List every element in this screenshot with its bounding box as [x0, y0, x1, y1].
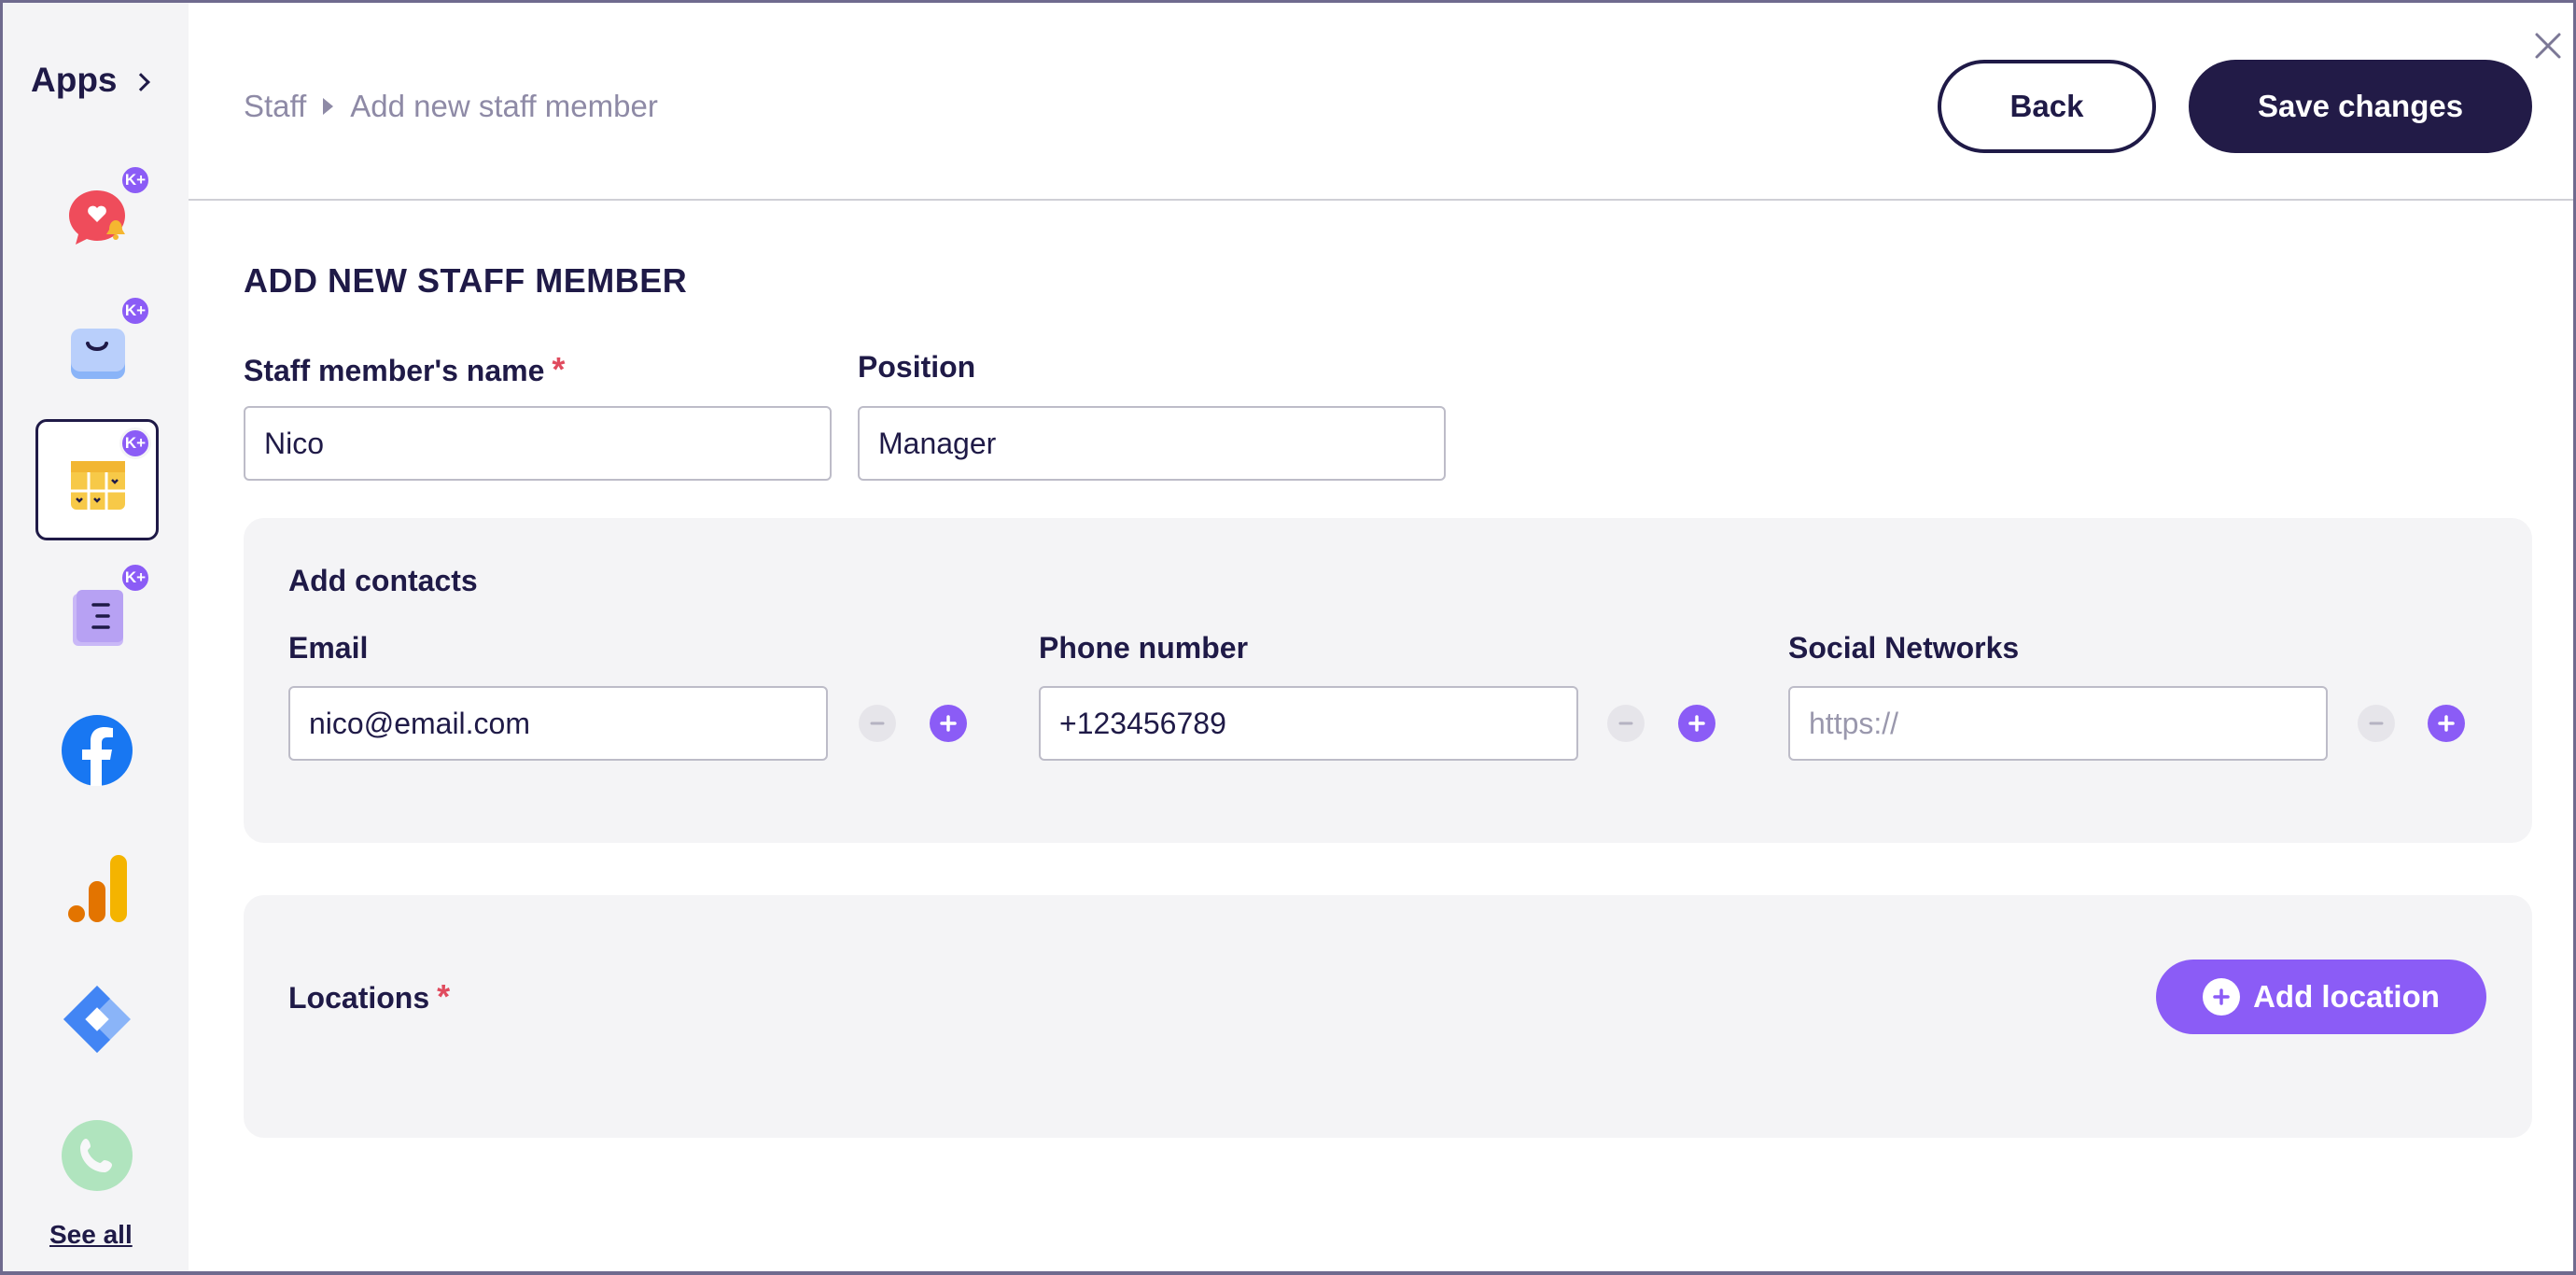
tag-manager-icon	[58, 980, 136, 1058]
add-contacts-title: Add contacts	[288, 564, 478, 597]
phone-input[interactable]	[1039, 686, 1578, 761]
plus-icon	[2438, 715, 2455, 732]
shopping-bag-icon: K+	[58, 295, 151, 386]
document-list-icon: K+	[58, 562, 151, 653]
remove-email-button[interactable]	[859, 705, 896, 742]
analytics-bars-icon	[58, 848, 136, 926]
add-location-label: Add location	[2253, 979, 2440, 1014]
apps-title: Apps	[31, 61, 118, 99]
apps-sidebar: Apps K+ K+ K+ K+ See all	[3, 3, 189, 1271]
add-email-button[interactable]	[930, 705, 967, 742]
sidebar-app-shop[interactable]: K+	[35, 287, 159, 408]
caret-right-icon	[323, 98, 334, 115]
remove-social-button[interactable]	[2358, 705, 2395, 742]
email-label: Email	[288, 631, 369, 665]
staff-name-label: Staff member's name *	[244, 350, 565, 389]
phone-icon	[58, 1116, 136, 1195]
chevron-right-icon	[131, 73, 150, 91]
contacts-panel	[244, 518, 2532, 843]
breadcrumb-current: Add new staff member	[350, 89, 658, 123]
breadcrumb: Staff Add new staff member	[244, 89, 658, 124]
plus-circle-icon	[2203, 978, 2241, 1016]
calendar-grid-icon: K+	[58, 427, 151, 519]
add-social-button[interactable]	[2428, 705, 2465, 742]
kplus-badge: K+	[119, 295, 151, 327]
sidebar-app-reviews[interactable]: K+	[35, 156, 159, 277]
page-title: ADD NEW STAFF MEMBER	[244, 261, 688, 300]
minus-icon	[1618, 722, 1633, 725]
close-icon[interactable]	[2529, 27, 2567, 64]
chat-heart-bell-icon: K+	[58, 164, 151, 256]
phone-label: Phone number	[1039, 631, 1249, 665]
page-header: Staff Add new staff member Back Save cha…	[189, 3, 2573, 201]
kplus-badge: K+	[119, 562, 151, 594]
save-changes-button[interactable]: Save changes	[2189, 60, 2532, 153]
email-input[interactable]	[288, 686, 828, 761]
sidebar-app-appointments[interactable]: K+	[35, 419, 159, 540]
locations-label-text: Locations	[288, 981, 430, 1015]
sidebar-app-documents[interactable]: K+	[35, 553, 159, 675]
required-mark: *	[552, 350, 566, 388]
plus-icon	[1688, 715, 1705, 732]
add-phone-button[interactable]	[1678, 705, 1715, 742]
staff-name-label-text: Staff member's name	[244, 354, 545, 387]
apps-header[interactable]: Apps	[31, 61, 150, 100]
social-networks-input[interactable]	[1788, 686, 2328, 761]
minus-icon	[870, 722, 885, 725]
add-location-button[interactable]: Add location	[2156, 960, 2486, 1034]
kplus-badge: K+	[119, 427, 151, 459]
social-networks-label: Social Networks	[1788, 631, 2020, 665]
minus-icon	[2369, 722, 2384, 725]
see-all-link[interactable]: See all	[49, 1220, 133, 1250]
kplus-badge: K+	[119, 164, 151, 196]
plus-icon	[940, 715, 957, 732]
sidebar-app-tag-manager[interactable]	[35, 959, 159, 1080]
facebook-icon	[58, 711, 136, 790]
sidebar-app-facebook[interactable]	[35, 690, 159, 811]
position-label: Position	[858, 350, 976, 384]
sidebar-app-phone[interactable]	[35, 1095, 159, 1216]
sidebar-app-analytics[interactable]	[35, 826, 159, 947]
required-mark: *	[437, 977, 451, 1016]
position-input[interactable]	[858, 406, 1446, 481]
breadcrumb-staff-link[interactable]: Staff	[244, 89, 306, 124]
remove-phone-button[interactable]	[1607, 705, 1645, 742]
locations-label: Locations *	[288, 977, 450, 1016]
back-button[interactable]: Back	[1938, 60, 2156, 153]
staff-name-input[interactable]	[244, 406, 832, 481]
